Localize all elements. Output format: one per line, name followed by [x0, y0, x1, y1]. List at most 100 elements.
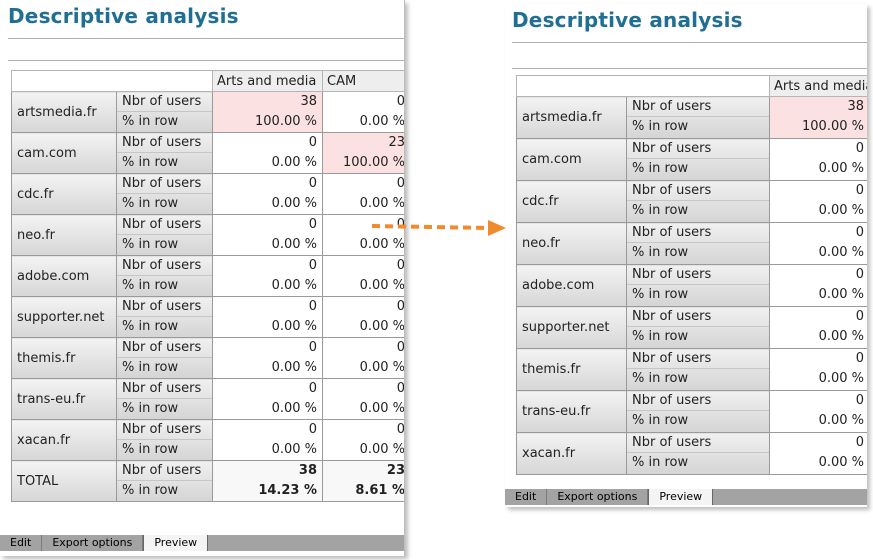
value-cell: 0 0.00 %	[769, 138, 867, 181]
row-percent: 0.00 %	[271, 442, 317, 457]
row-label-domain: cam.com	[516, 138, 627, 181]
table-row: neo.frNbr of users% in row00.00 %00.00 %	[516, 222, 867, 265]
value-cell: 0 0.00 %	[322, 255, 404, 297]
header-corner	[516, 75, 770, 97]
table-viewport[interactable]: Arts and mediaCAMartsmedia.frNbr of user…	[11, 70, 404, 515]
row-percent: 0.00 %	[818, 455, 864, 470]
toolbar-divider	[512, 68, 867, 69]
value-cell: 0 0.00 %	[769, 432, 867, 475]
table-row: cdc.frNbr of users % in row 0 0.00 % 0 0.00 %	[11, 173, 404, 215]
user-count: 0	[855, 267, 864, 282]
row-percent: 0.00 %	[818, 161, 864, 176]
tab-export-options[interactable]: Export options	[42, 535, 144, 551]
measure-label-count: Nbr of users	[117, 461, 212, 481]
row-percent: 100.00 %	[802, 119, 864, 134]
row-percent: 0.00 %	[818, 287, 864, 302]
arrow-shaft	[371, 224, 491, 230]
row-percent: 0.00 %	[271, 196, 317, 211]
tab-export-options[interactable]: Export options	[547, 489, 649, 505]
measure-label-count: Nbr of users	[117, 256, 212, 276]
value-cell: 0 0.00 %	[322, 337, 404, 379]
page-title: Descriptive analysis	[8, 4, 239, 28]
row-percent: 0.00 %	[359, 196, 404, 211]
measure-labels: Nbr of users % in row	[116, 214, 213, 256]
table-row: cam.comNbr of users% in row00.00 %23100.…	[516, 138, 867, 181]
measure-label-percent: % in row	[122, 278, 179, 293]
value-cell: 38 100.00 %	[769, 96, 867, 139]
column-header: Arts and media	[769, 75, 867, 97]
user-count: 0	[855, 393, 864, 408]
dashed-arrow-right-icon	[371, 220, 506, 236]
value-cell: 0 0.00 %	[212, 132, 323, 174]
user-count: 23	[388, 135, 404, 150]
pivot-table: Arts and mediaCAMartsmedia.frNbr of user…	[11, 70, 404, 502]
value-cell: 0 0.00 %	[212, 296, 323, 338]
header-row: Arts and mediaCAM	[11, 70, 404, 92]
row-label-domain: adobe.com	[11, 255, 117, 297]
user-count: 0	[855, 141, 864, 156]
row-percent: 0.00 %	[359, 442, 404, 457]
value-cell: 0 0.00 %	[212, 173, 323, 215]
measure-labels: Nbr of users % in row	[626, 390, 770, 433]
value-cell: 0 0.00 %	[769, 306, 867, 349]
value-cell: 0 0.00 %	[322, 173, 404, 215]
value-cell: 0 0.00 %	[212, 337, 323, 379]
measure-label-percent: % in row	[122, 114, 179, 129]
measure-label-count: Nbr of users	[117, 133, 212, 153]
value-cell: 23 8.61 %	[322, 460, 404, 502]
user-count: 38	[298, 463, 317, 478]
table-viewport[interactable]: Arts and mediaCAMartsmedia.frNbr of user…	[516, 75, 867, 477]
tab-preview[interactable]: Preview	[648, 489, 714, 505]
header-row: Arts and mediaCAM	[516, 75, 867, 97]
measure-label-count: Nbr of users	[627, 181, 769, 201]
title-divider	[8, 38, 404, 39]
measure-labels: Nbr of users % in row	[626, 348, 770, 391]
measure-label-percent: % in row	[632, 245, 689, 260]
measure-label-count: Nbr of users	[117, 92, 212, 112]
measure-labels: Nbr of users % in row	[626, 222, 770, 265]
table-row: artsmedia.fr Nbr of users % in row 38 100.00…	[11, 91, 404, 133]
table-row: supporter.net Nbr of users % in row 0 0.00 %…	[516, 306, 867, 349]
measure-label-count: Nbr of users	[117, 420, 212, 440]
user-count: 0	[855, 435, 864, 450]
table-row: supporter.net Nbr of users % in row 0 0.00 %…	[11, 296, 404, 338]
value-cell: 38 100.00 %	[212, 91, 323, 133]
row-percent: 0.00 %	[818, 329, 864, 344]
user-count: 0	[308, 340, 317, 355]
row-percent: 0.00 %	[271, 237, 317, 252]
tab-edit[interactable]: Edit	[505, 489, 548, 505]
user-count: 38	[300, 94, 317, 109]
toolbar-divider	[8, 60, 404, 61]
measure-label-percent: % in row	[632, 455, 689, 470]
user-count: 0	[308, 381, 317, 396]
user-count: 38	[847, 99, 864, 114]
value-cell: 0 0.00 %	[212, 255, 323, 297]
measure-labels: Nbr of users % in row	[626, 138, 770, 181]
row-label-domain: artsmedia.fr	[11, 91, 117, 133]
measure-label-percent: % in row	[122, 401, 179, 416]
title-divider	[512, 42, 867, 43]
page-title: Descriptive analysis	[512, 8, 743, 32]
report-panel-preview: Descriptive analysis Arts and mediaCAMar…	[505, 4, 867, 507]
table-row: themis.frNbr of users % in row 0 0.00 % 0 0.0…	[11, 337, 404, 379]
tab-edit[interactable]: Edit	[0, 535, 43, 551]
report-panel-full: Descriptive analysis Arts and media CAM ar…	[0, 0, 405, 556]
tab-preview[interactable]: Preview	[143, 535, 209, 551]
measure-label-count: Nbr of users	[117, 338, 212, 358]
measure-label-percent: % in row	[122, 442, 179, 457]
user-count: 0	[323, 256, 404, 276]
value-cell: 0 0.00 %	[769, 222, 867, 265]
row-label-domain: xacan.fr	[11, 419, 117, 461]
measure-label-percent: % in row	[632, 413, 689, 428]
row-percent: 0.00 %	[818, 371, 864, 386]
measure-label-count: Nbr of users	[627, 223, 769, 243]
measure-label-percent: % in row	[122, 360, 179, 375]
column-header: Arts and media	[212, 70, 323, 92]
measure-label-percent: % in row	[632, 371, 689, 386]
row-percent: 0.00 %	[818, 245, 864, 260]
user-count: 0	[323, 174, 404, 194]
user-count: 0	[308, 422, 317, 437]
measure-label-count: Nbr of users	[627, 139, 769, 159]
measure-label-count: Nbr of users	[117, 297, 212, 317]
measure-label-count: Nbr of users	[627, 265, 769, 285]
